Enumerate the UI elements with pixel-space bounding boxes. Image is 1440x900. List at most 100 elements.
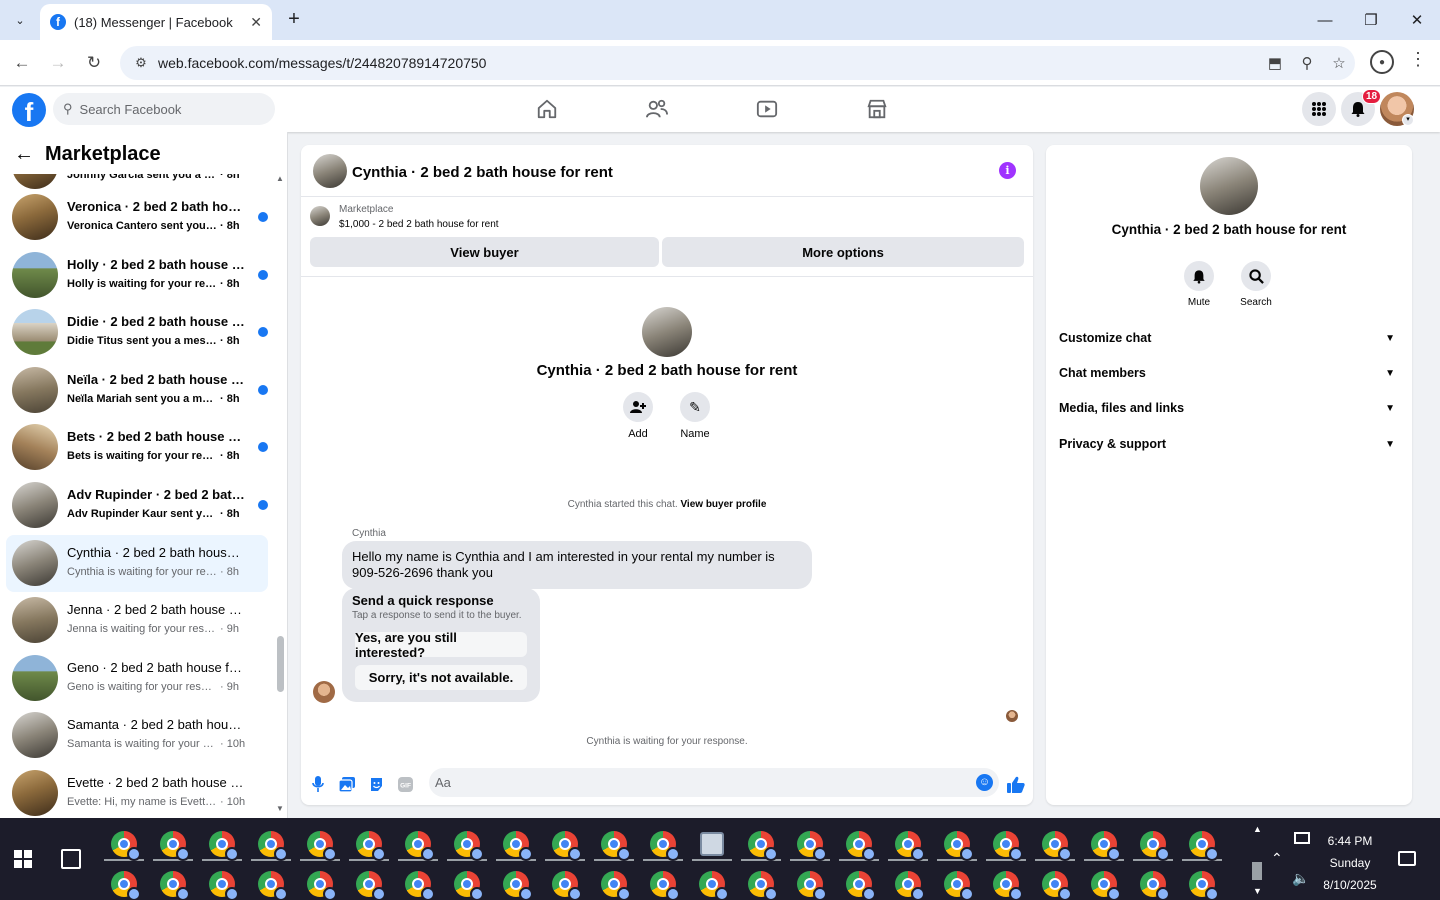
photo-attach-icon[interactable] [337, 774, 357, 794]
name-chat-button[interactable]: ✎ Name [665, 392, 725, 440]
facebook-search[interactable]: ⚲ [53, 93, 275, 125]
network-icon[interactable] [1294, 832, 1310, 844]
maximize-button[interactable]: ❐ [1348, 0, 1394, 40]
chrome-taskbar-icon[interactable] [405, 871, 435, 900]
chrome-taskbar-icon[interactable] [405, 831, 435, 861]
volume-icon[interactable]: 🔈 [1292, 870, 1309, 887]
chrome-taskbar-icon[interactable] [650, 831, 680, 861]
chrome-taskbar-icon[interactable] [160, 871, 190, 900]
info-icon[interactable]: i [999, 162, 1016, 179]
address-bar[interactable]: ⚙ web.facebook.com/messages/t/2448207891… [120, 46, 1355, 80]
site-settings-icon[interactable]: ⚙ [126, 55, 156, 71]
listing-thumbnail[interactable] [310, 206, 330, 226]
chrome-taskbar-icon[interactable] [356, 831, 386, 861]
message-input-field[interactable]: ☺ [429, 768, 999, 797]
view-buyer-profile-link[interactable]: View buyer profile [680, 499, 766, 510]
chrome-taskbar-icon[interactable] [699, 871, 729, 900]
chrome-taskbar-icon[interactable] [356, 871, 386, 900]
sidebar-scrollbar-thumb[interactable] [277, 636, 284, 692]
system-clock[interactable]: 6:44 PM Sunday 8/10/2025 [1316, 830, 1384, 896]
chat-members-section[interactable]: Chat members ▼ [1059, 361, 1401, 385]
chrome-taskbar-icon[interactable] [1091, 831, 1121, 861]
notification-center-icon[interactable] [1398, 851, 1416, 866]
chrome-taskbar-icon[interactable] [748, 871, 778, 900]
conversation-item[interactable]: Jenna · 2 bed 2 bath house for r... Jenna… [6, 592, 268, 650]
chrome-taskbar-icon[interactable] [895, 831, 925, 861]
bookmark-star-icon[interactable]: ☆ [1323, 54, 1355, 72]
conversation-item[interactable]: Evette · 2 bed 2 bath house for ... Evett… [6, 765, 268, 818]
chrome-taskbar-icon[interactable] [601, 831, 631, 861]
conversation-item[interactable]: Didie · 2 bed 2 bath house for... Didie T… [6, 304, 268, 362]
chrome-taskbar-icon[interactable] [944, 831, 974, 861]
new-tab-button[interactable]: + [282, 8, 306, 32]
chrome-taskbar-icon[interactable] [1042, 831, 1072, 861]
add-people-button[interactable]: Add [608, 392, 668, 440]
microphone-icon[interactable] [308, 774, 328, 794]
chrome-taskbar-icon[interactable] [993, 871, 1023, 900]
chrome-taskbar-icon[interactable] [258, 831, 288, 861]
chrome-taskbar-icon[interactable] [846, 831, 876, 861]
marketplace-icon[interactable] [865, 97, 889, 121]
conversation-item[interactable]: Samanta · 2 bed 2 bath house f... Samanta… [6, 707, 268, 765]
view-buyer-button[interactable]: View buyer [310, 237, 659, 267]
conversation-item[interactable]: Neïla · 2 bed 2 bath house for... Neïla M… [6, 362, 268, 420]
facebook-logo[interactable]: f [12, 93, 46, 127]
chrome-taskbar-icon[interactable] [503, 831, 533, 861]
scroll-down-arrow-icon[interactable]: ▼ [276, 804, 284, 813]
chrome-taskbar-icon[interactable] [307, 871, 337, 900]
conversation-item[interactable]: Geno · 2 bed 2 bath house for r... Geno i… [6, 650, 268, 708]
conversation-item[interactable]: Veronica · 2 bed 2 bath house... Veronica… [6, 189, 268, 247]
task-view-icon[interactable] [61, 849, 81, 869]
minimize-button[interactable]: — [1302, 0, 1348, 40]
friends-icon[interactable] [645, 97, 669, 121]
url-text[interactable]: web.facebook.com/messages/t/244820789147… [158, 55, 1259, 71]
chrome-taskbar-icon[interactable] [1189, 871, 1219, 900]
account-chevron-down-icon[interactable]: ▾ [1402, 114, 1414, 126]
taskbar-scroll-down-icon[interactable]: ▼ [1253, 886, 1262, 896]
back-button[interactable]: ← [8, 49, 36, 77]
taskbar-app-icon[interactable] [700, 832, 724, 856]
home-icon[interactable] [535, 97, 559, 121]
chrome-taskbar-icon[interactable] [650, 871, 680, 900]
back-arrow-icon[interactable]: ← [14, 143, 34, 166]
media-files-links-section[interactable]: Media, files and links ▼ [1059, 396, 1401, 420]
show-hidden-icons-chevron-icon[interactable]: ⌃ [1271, 850, 1283, 867]
chat-title[interactable]: Cynthia · 2 bed 2 bath house for rent [352, 164, 613, 181]
chrome-taskbar-icon[interactable] [601, 871, 631, 900]
message-input[interactable] [429, 768, 949, 797]
gif-icon[interactable]: GIF [395, 774, 415, 794]
chrome-taskbar-icon[interactable] [846, 871, 876, 900]
chrome-taskbar-icon[interactable] [552, 831, 582, 861]
conversation-item[interactable]: Bets · 2 bed 2 bath house for r... Bets i… [6, 419, 268, 477]
conversation-item[interactable]: Adv Rupinder · 2 bed 2 bath h... Adv Rupi… [6, 477, 268, 535]
chrome-taskbar-icon[interactable] [748, 831, 778, 861]
conversation-item[interactable]: Cynthia · 2 bed 2 bath house fo... Cynthi… [6, 534, 268, 593]
tab-close-icon[interactable]: ✕ [250, 14, 262, 31]
facebook-search-input[interactable] [79, 101, 250, 117]
chrome-taskbar-icon[interactable] [111, 871, 141, 900]
browser-menu-icon[interactable]: ⋮ [1406, 49, 1430, 70]
chrome-taskbar-icon[interactable] [454, 831, 484, 861]
chrome-taskbar-icon[interactable] [1189, 831, 1219, 861]
browser-profile-icon[interactable]: ● [1370, 50, 1394, 74]
chrome-taskbar-icon[interactable] [993, 831, 1023, 861]
browser-tab-messenger[interactable]: f (18) Messenger | Facebook ✕ [40, 4, 272, 40]
emoji-icon[interactable]: ☺ [976, 774, 993, 791]
chrome-taskbar-icon[interactable] [797, 831, 827, 861]
quick-reply-not-available[interactable]: Sorry, it's not available. [355, 665, 527, 690]
chrome-taskbar-icon[interactable] [1091, 871, 1121, 900]
conversation-item[interactable]: Holly · 2 bed 2 bath house for... Holly i… [6, 247, 268, 305]
chrome-taskbar-icon[interactable] [1042, 871, 1072, 900]
taskbar-scroll[interactable]: ▲ ▼ [1250, 822, 1264, 898]
reload-button[interactable]: ↻ [80, 49, 108, 77]
chrome-taskbar-icon[interactable] [160, 831, 190, 861]
chrome-taskbar-icon[interactable] [111, 831, 141, 861]
sticker-icon[interactable] [366, 774, 386, 794]
video-icon[interactable] [755, 97, 779, 121]
chrome-taskbar-icon[interactable] [209, 831, 239, 861]
chrome-taskbar-icon[interactable] [552, 871, 582, 900]
forward-button[interactable]: → [44, 49, 72, 77]
chrome-taskbar-icon[interactable] [503, 871, 533, 900]
chrome-taskbar-icon[interactable] [895, 871, 925, 900]
search-in-chat-button[interactable]: Search [1226, 261, 1286, 308]
